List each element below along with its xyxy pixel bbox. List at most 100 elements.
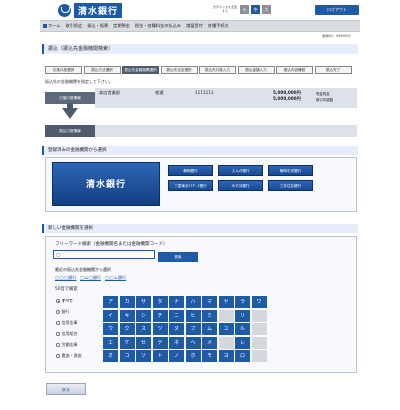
kana-button[interactable]: ク [119,323,135,335]
bank-logo-text: 清水銀行 [74,3,123,18]
kana-button[interactable]: ア [103,296,118,308]
kana-button[interactable]: ヌ [169,323,184,335]
available-amount: 5,000,000円 [273,96,301,101]
kana-button[interactable]: ナ [169,296,184,308]
filter-bank[interactable]: 銀行 [56,309,70,315]
nav-item-transfer[interactable]: 振込・振替 [87,23,108,29]
kana-button[interactable]: フ [185,323,201,335]
kana-button[interactable]: エ [103,336,118,349]
filter-all[interactable]: すべて [56,298,73,304]
filter-credit-union[interactable]: 信用組合 [56,331,78,337]
back-button[interactable]: 戻る [46,383,86,395]
kana-button-empty [251,336,267,349]
kana-button[interactable]: ノ [169,350,184,362]
kana-button[interactable]: ソ [136,350,151,362]
kana-button[interactable]: ウ [103,323,118,335]
recent-bank-link[interactable]: ◯◯ム銀行 [105,275,126,281]
kana-button[interactable]: ロ [235,350,250,362]
kana-button[interactable]: タ [152,296,168,308]
kana-button[interactable]: ラ [235,296,250,308]
filter-label: すべて [61,298,74,303]
kana-button[interactable]: ミ [202,309,217,322]
registered-bank-button[interactable]: 静岡銀行 [168,165,213,176]
kana-button[interactable]: ム [202,323,217,335]
registered-bank-button[interactable]: 三井住友銀行 [268,180,313,191]
instruction-text: 振込先の金融機関を指定して下さい。 [45,79,113,84]
kana-button[interactable]: マ [202,296,217,308]
kana-button[interactable]: キ [119,309,135,322]
kana-button[interactable]: テ [152,336,168,349]
kana-button[interactable]: ヨ [218,350,234,362]
nav-item-time-deposit[interactable]: 定期預金 [113,23,130,29]
step-withdrawal-account: 引落口座選択 [45,66,82,74]
kana-button[interactable]: ヘ [185,336,201,349]
flow-arrow-icon [62,108,78,119]
kana-button[interactable]: ケ [119,336,135,349]
nav-item-tax-payment[interactable]: 税金・各種料金の払込み [135,23,181,29]
home-icon [43,24,47,28]
kana-button[interactable]: ハ [185,296,201,308]
search-button[interactable]: 検索 [158,252,198,262]
recent-banks-label: 最近の振込先金融機関から選択 [55,267,111,272]
kana-button[interactable]: イ [103,309,118,322]
font-size-small-button[interactable]: 小 [240,5,249,14]
page-title: 振込（振込先金融機関検索） [42,44,358,54]
registered-bank-button[interactable]: みずほ銀行 [218,180,263,191]
kana-button[interactable]: ワ [251,296,267,308]
kana-button[interactable]: セ [136,336,151,349]
kana-button[interactable]: メ [202,336,217,349]
step-account-input: 振込先口座入力 [199,66,236,74]
kana-button[interactable]: モ [202,350,217,362]
step-bank-select: 振込先金融機関選択 [122,66,159,74]
kana-button[interactable]: レ [235,336,250,349]
kana-button[interactable]: チ [152,309,168,322]
kana-button[interactable]: ツ [152,323,168,335]
cash-balance-label: 現金残高 [316,91,330,96]
nav-item-procedures[interactable]: 各種手続き [208,23,229,29]
kana-button[interactable]: ト [152,350,168,362]
registered-bank-main-button[interactable]: 清水銀行 [52,162,160,206]
logout-button[interactable]: ログアウト [315,5,359,15]
nav-item-inquiry[interactable]: 取引照会 [65,23,82,29]
kana-button[interactable]: ヒ [185,309,201,322]
registered-bank-button[interactable]: スルガ銀行 [218,165,263,176]
kana-button[interactable]: ス [136,323,151,335]
freeword-search-input[interactable]: ◯ [53,250,155,259]
kana-button-empty [218,336,234,349]
radio-icon [56,332,60,336]
step-amount-input: 振込金額入力 [237,66,275,74]
recent-bank-link[interactable]: ◯ム◯銀行 [80,275,101,281]
freeword-search-label: フリーワード検索（金融機関名または金融機関コード） [55,242,168,247]
filter-shinkin[interactable]: 信用金庫 [56,320,78,326]
recent-bank-link[interactable]: ◯◯◯銀行 [55,275,76,281]
kana-button[interactable]: ネ [169,336,184,349]
registered-bank-button[interactable]: 静岡中央銀行 [268,165,313,176]
kana-button[interactable]: ニ [169,309,184,322]
kana-button[interactable]: ホ [185,350,201,362]
font-size-medium-button[interactable]: 中 [251,5,260,14]
kana-button[interactable]: サ [136,296,151,308]
kana-button[interactable]: オ [103,350,118,362]
from-branch: 本店営業部 [99,90,120,95]
kana-search-label: 50音で検索 [55,287,78,292]
kana-button[interactable]: リ [235,309,250,322]
kana-button[interactable]: カ [119,296,135,308]
kana-button[interactable]: コ [119,350,135,362]
filter-labour-bank[interactable]: 労働金庫 [56,342,78,348]
header: 清水銀行 文字サイズを変更する 小 中 大 ログアウト [0,0,400,20]
kana-button[interactable]: ユ [218,323,234,335]
bank-logo[interactable]: 清水銀行 [58,3,123,18]
filter-agri-fishery[interactable]: 農協・漁協 [56,353,82,359]
nav-item-notifications[interactable]: 諸届受付 [186,23,203,29]
kana-button[interactable]: ヤ [218,296,234,308]
registered-bank-button[interactable]: 三菱東京ＵＦＪ銀行 [168,180,213,191]
from-account-number: 1111111 [195,90,214,95]
nav-item-home[interactable]: ホーム [48,23,60,29]
from-account-type: 普通 [155,90,164,95]
kana-button[interactable]: シ [136,309,151,322]
font-size-label: 文字サイズを変更する [213,5,237,13]
kana-button[interactable]: ル [235,323,250,335]
font-size-large-button[interactable]: 大 [262,5,271,14]
from-account-info: 本店営業部 普通 1111111 5,000,000円 現金残高 5,000,0… [95,88,357,108]
new-bank-header: 新しい金融機関を選択 [42,224,358,233]
